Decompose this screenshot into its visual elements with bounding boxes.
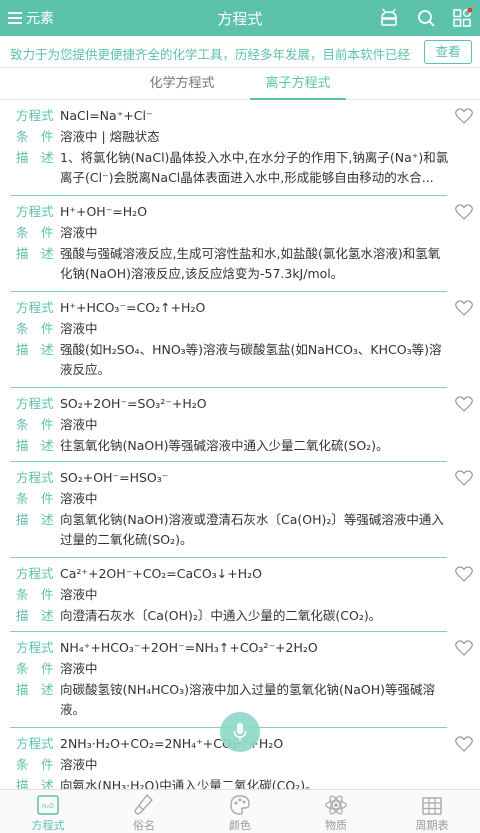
condition-text: 溶液中	[60, 661, 98, 676]
condition-label: 条 件	[16, 491, 54, 506]
condition-label: 条 件	[16, 417, 54, 432]
condition-text: 溶液中	[60, 491, 98, 506]
nav-label: 俗名	[133, 819, 155, 832]
description-label: 描 述	[16, 342, 54, 357]
equation-label: 方程式	[16, 108, 54, 123]
nav-label: 物质	[325, 819, 347, 832]
description-text: 1、将氯化钠(NaCl)晶体投入水中,在水分子的作用下,钠离子(Na⁺)和氯离子…	[60, 150, 449, 185]
voice-input-button[interactable]	[220, 712, 260, 752]
condition-label: 条 件	[16, 587, 54, 602]
description-text: 强酸与强碱溶液反应,生成可溶性盐和水,如盐酸(氯化氢水溶液)和氢氧化钠(NaOH…	[60, 246, 441, 281]
nav-label: 周期表	[415, 819, 449, 832]
nav-label: 颜色	[229, 819, 251, 832]
notice-bar: 致力于为您提供更便捷齐全的化学工具，历经多年发展，目前本软件已经 查看	[0, 36, 480, 68]
equation-label: 方程式	[16, 396, 54, 411]
heart-icon[interactable]	[455, 300, 473, 316]
grid-menu-icon[interactable]	[451, 7, 473, 29]
description-text: 向澄清石灰水〔Ca(OH)₂〕中通入少量的二氧化碳(CO₂)。	[60, 608, 382, 623]
heart-icon[interactable]	[455, 736, 473, 752]
svg-text:H₂O: H₂O	[42, 803, 54, 810]
equation-text: Ca²⁺+2OH⁻+CO₂=CaCO₃↓+H₂O	[60, 566, 262, 581]
description-label: 描 述	[16, 246, 54, 261]
page-title: 方程式	[217, 10, 263, 28]
list-item[interactable]: 方程式 SO₂+2OH⁻=SO₃²⁻+H₂O 条 件溶液中 描 述往氢氧化钠(Na…	[0, 388, 480, 462]
condition-label: 条 件	[16, 129, 54, 144]
nav-common-name[interactable]: 俗名	[96, 790, 192, 833]
view-button[interactable]: 查看	[424, 40, 472, 64]
condition-text: 溶液中	[60, 757, 98, 772]
equation-text: NH₄⁺+HCO₃⁻+2OH⁻=NH₃↑+CO₃²⁻+2H₂O	[60, 640, 318, 655]
list-item[interactable]: 方程式 SO₂+OH⁻=HSO₃⁻ 条 件溶液中 描 述向氢氧化钠(NaOH)溶液…	[0, 462, 480, 558]
nav-label: 方程式	[31, 819, 65, 832]
description-label: 描 述	[16, 150, 54, 165]
condition-text: 溶液中	[60, 587, 98, 602]
condition-text: 溶液中	[60, 417, 98, 432]
search-icon[interactable]	[415, 7, 437, 29]
nav-color[interactable]: 颜色	[192, 790, 288, 833]
palette-icon	[230, 795, 250, 815]
equation-label: 方程式	[16, 300, 54, 315]
equation-text: H⁺+HCO₃⁻=CO₂↑+H₂O	[60, 300, 206, 315]
description-label: 描 述	[16, 512, 54, 527]
description-text: 向氢氧化钠(NaOH)溶液或澄清石灰水〔Ca(OH)₂〕等强碱溶液中通入过量的二…	[60, 512, 444, 547]
equation-label: 方程式	[16, 736, 54, 751]
heart-icon[interactable]	[455, 640, 473, 656]
description-text: 向碳酸氢铵(NH₄HCO₃)溶液中加入过量的氢氧化钠(NaOH)等强碱溶液。	[60, 682, 435, 717]
heart-icon[interactable]	[455, 566, 473, 582]
equation-text: SO₂+2OH⁻=SO₃²⁻+H₂O	[60, 396, 207, 411]
tab-ionic-equation[interactable]: 离子方程式	[250, 68, 346, 100]
heart-icon[interactable]	[455, 470, 473, 486]
description-text: 强酸(如H₂SO₄、HNO₃等)溶液与碳酸氢盐(如NaHCO₃、KHCO₃等)溶…	[60, 342, 442, 377]
equation-text: SO₂+OH⁻=HSO₃⁻	[60, 470, 169, 485]
equation-label: 方程式	[16, 566, 54, 581]
equation-icon: H₂O	[37, 795, 59, 815]
top-bar: 元素 方程式	[0, 0, 480, 36]
equation-text: H⁺+OH⁻=H₂O	[60, 204, 148, 219]
description-label: 描 述	[16, 608, 54, 623]
tab-bar: 化学方程式 离子方程式	[0, 68, 480, 100]
condition-text: 溶液中	[60, 225, 98, 240]
equation-label: 方程式	[16, 470, 54, 485]
condition-label: 条 件	[16, 321, 54, 336]
list-item[interactable]: 方程式 H⁺+HCO₃⁻=CO₂↑+H₂O 条 件溶液中 描 述强酸(如H₂SO₄…	[0, 292, 480, 388]
microphone-icon	[233, 723, 247, 741]
equation-label: 方程式	[16, 640, 54, 655]
condition-text: 溶液中	[60, 321, 98, 336]
list-item[interactable]: 方程式 NaCl=Na⁺+Cl⁻ 条 件溶液中 | 熔融状态 描 述 1、将氯化钠(…	[0, 101, 480, 196]
nav-periodic-table[interactable]: 周期表	[384, 790, 480, 833]
notice-text: 致力于为您提供更便捷齐全的化学工具，历经多年发展，目前本软件已经	[10, 47, 411, 62]
nav-equation[interactable]: H₂O 方程式	[0, 790, 96, 833]
condition-label: 条 件	[16, 757, 54, 772]
atom-icon	[325, 795, 347, 815]
heart-icon[interactable]	[455, 204, 473, 220]
description-label: 描 述	[16, 778, 54, 789]
table-icon	[422, 797, 442, 815]
description-label: 描 述	[16, 682, 54, 697]
equation-list: 方程式 NaCl=Na⁺+Cl⁻ 条 件溶液中 | 熔融状态 描 述 1、将氯化钠(…	[0, 101, 480, 789]
description-label: 描 述	[16, 438, 54, 453]
description-text: 向氨水(NH₃·H₂O)中通入少量二氧化碳(CO₂)。	[60, 778, 318, 789]
equation-label: 方程式	[16, 204, 54, 219]
flask-icon	[134, 793, 153, 815]
equation-text: NaCl=Na⁺+Cl⁻	[60, 108, 153, 123]
heart-icon[interactable]	[455, 396, 473, 412]
list-item[interactable]: 方程式 Ca²⁺+2OH⁻+CO₂=CaCO₃↓+H₂O 条 件溶液中 描 述向澄…	[0, 558, 480, 632]
condition-text: 溶液中 | 熔融状态	[60, 129, 160, 144]
nav-substance[interactable]: 物质	[288, 790, 384, 833]
heart-icon[interactable]	[455, 108, 473, 124]
android-robot-icon[interactable]	[378, 7, 400, 29]
list-item[interactable]: 方程式 H⁺+OH⁻=H₂O 条 件溶液中 描 述强酸与强碱溶液反应,生成可溶性盐…	[0, 196, 480, 292]
bottom-nav: H₂O 方程式 俗名 颜色 物质 周期表	[0, 789, 480, 833]
description-text: 往氢氧化钠(NaOH)等强碱溶液中通入少量二氧化硫(SO₂)。	[60, 438, 389, 453]
condition-label: 条 件	[16, 661, 54, 676]
condition-label: 条 件	[16, 225, 54, 240]
tab-chemical-equation[interactable]: 化学方程式	[130, 68, 234, 100]
